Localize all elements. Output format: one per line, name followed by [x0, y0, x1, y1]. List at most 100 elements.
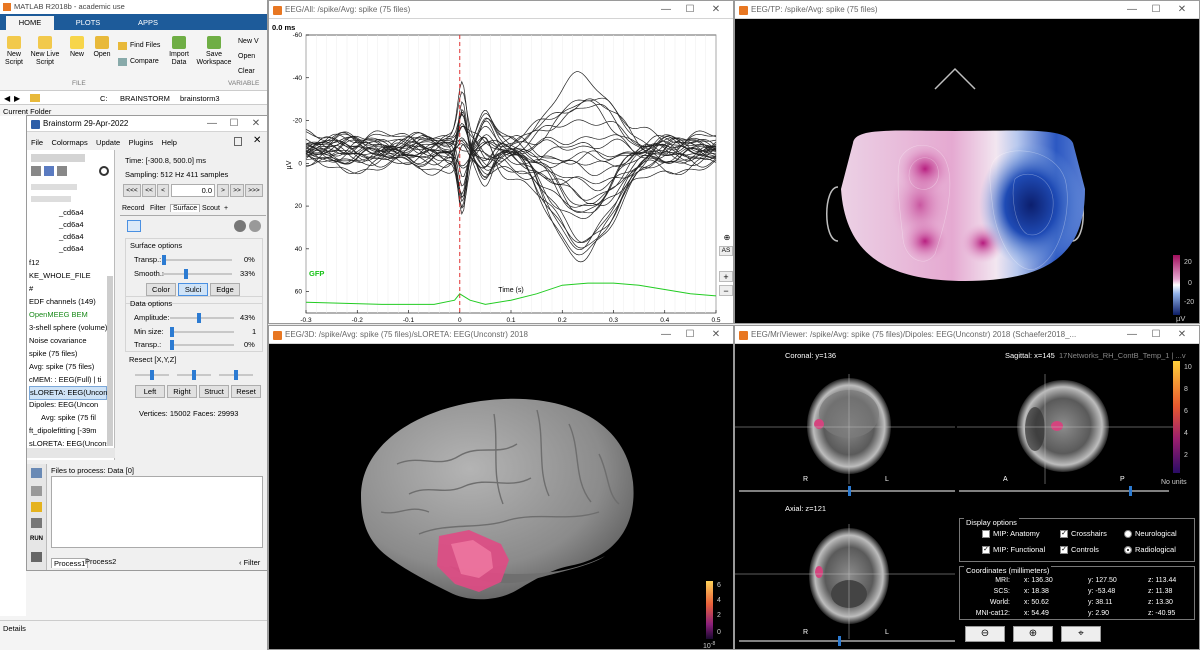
- tab-add[interactable]: +: [224, 205, 228, 212]
- menu-help[interactable]: Help: [162, 138, 177, 147]
- sagittal-slider-thumb[interactable]: [1129, 486, 1132, 496]
- path-drive[interactable]: C:: [100, 94, 108, 103]
- maximize-button[interactable]: ☐: [1145, 1, 1167, 19]
- tree-item[interactable]: Avg: spike (75 fil: [41, 412, 96, 424]
- path-brainstorm3[interactable]: brainstorm3: [180, 94, 220, 103]
- tree-item[interactable]: #: [29, 283, 33, 295]
- process-icon[interactable]: [31, 468, 42, 478]
- tab-process2[interactable]: Process2: [85, 557, 116, 566]
- resect-z-slider[interactable]: [219, 370, 253, 380]
- set-crosshair-button[interactable]: ⌖: [1061, 626, 1101, 642]
- path-bar[interactable]: ◀ ▶ C: BRAINSTORM brainstorm3: [0, 90, 267, 105]
- nav-next-fast-button[interactable]: >>: [230, 184, 244, 197]
- close-button[interactable]: ✕: [705, 1, 727, 19]
- remove-surface-icon[interactable]: [249, 220, 261, 232]
- amplitude-slider-thumb[interactable]: [197, 313, 201, 323]
- transp-slider-thumb[interactable]: [162, 255, 166, 265]
- radio-circle-selected[interactable]: [1124, 546, 1132, 555]
- tab-surface[interactable]: Surface: [170, 204, 201, 212]
- tree-item[interactable]: _cd6a4: [59, 219, 84, 231]
- tree-scrollbar[interactable]: [107, 276, 113, 446]
- smooth-slider[interactable]: [162, 269, 232, 279]
- autoscale-button[interactable]: AS: [719, 246, 733, 256]
- checkbox-box-checked[interactable]: ✓: [1060, 530, 1068, 539]
- zoom-icon[interactable]: ⊕: [721, 233, 733, 243]
- tab-scout[interactable]: Scout: [202, 205, 220, 212]
- nav-last-button[interactable]: >>>: [245, 184, 263, 197]
- maximize-button[interactable]: ☐: [679, 1, 701, 19]
- minimize-button[interactable]: —: [201, 116, 223, 132]
- nav-next-button[interactable]: >: [217, 184, 229, 197]
- minsize-slider[interactable]: [170, 327, 234, 337]
- tab-process1[interactable]: Process1: [51, 558, 89, 568]
- new-live-script-button[interactable]: New Live Script: [28, 36, 62, 67]
- close-button[interactable]: ✕: [705, 326, 727, 344]
- resect-struct-button[interactable]: Struct: [199, 385, 229, 398]
- minimize-button[interactable]: —: [655, 1, 677, 19]
- process-file-list[interactable]: [51, 476, 263, 548]
- find-files-button[interactable]: Find Files: [118, 42, 160, 50]
- process-icon[interactable]: [31, 518, 42, 528]
- zoom-in-button[interactable]: ⊕: [1013, 626, 1053, 642]
- maximize-button[interactable]: ☐: [223, 116, 245, 132]
- folder-tree-strip[interactable]: [0, 116, 26, 616]
- tree-item[interactable]: 3-shell sphere (volume): [29, 322, 107, 334]
- tab-plots[interactable]: PLOTS: [60, 16, 116, 30]
- zoom-in-button[interactable]: +: [719, 271, 733, 282]
- topography-map[interactable]: 20 0 -20 µV: [735, 19, 1200, 324]
- axial-slider-thumb[interactable]: [838, 636, 841, 646]
- tree-item[interactable]: Dipoles: EEG(Uncon: [29, 399, 98, 411]
- resect-x-slider[interactable]: [135, 370, 169, 380]
- run-button[interactable]: RUN: [30, 536, 43, 542]
- nav-prev-button[interactable]: <: [157, 184, 169, 197]
- forward-arrow-icon[interactable]: ▶: [14, 94, 20, 103]
- compare-button[interactable]: Compare: [118, 58, 159, 66]
- process-filter[interactable]: ‹ Filter: [239, 558, 260, 567]
- minimize-button[interactable]: —: [655, 326, 677, 344]
- mip-anatomy-checkbox[interactable]: MIP: Anatomy: [982, 529, 1040, 539]
- restore-panel-icon[interactable]: [234, 137, 242, 146]
- data-transp-slider[interactable]: [170, 340, 234, 350]
- edge-button[interactable]: Edge: [210, 283, 240, 296]
- smooth-slider-thumb[interactable]: [184, 269, 188, 279]
- checkbox-box-checked[interactable]: ✓: [1060, 546, 1068, 555]
- tree-item[interactable]: Noise covariance: [29, 335, 87, 347]
- process-icon[interactable]: [31, 502, 42, 512]
- controls-checkbox[interactable]: ✓ Controls: [1060, 545, 1099, 555]
- resect-z-thumb[interactable]: [234, 370, 238, 380]
- checkbox-box-checked[interactable]: ✓: [982, 546, 990, 555]
- nav-first-button[interactable]: <<<: [123, 184, 141, 197]
- cortex-3d-view[interactable]: 6 4 2 0 10-8: [269, 344, 734, 650]
- add-surface-icon[interactable]: [234, 220, 246, 232]
- undock-icon[interactable]: ✕: [253, 135, 261, 146]
- sulci-button[interactable]: Sulci: [178, 283, 208, 296]
- maximize-button[interactable]: ☐: [1145, 326, 1167, 344]
- resect-reset-button[interactable]: Reset: [231, 385, 261, 398]
- tree-item[interactable]: KE_WHOLE_FILE: [29, 270, 91, 282]
- minimize-button[interactable]: —: [1121, 1, 1143, 19]
- transp-slider[interactable]: [162, 255, 232, 265]
- tree-item[interactable]: cMEM: : EEG(Full) | ti: [29, 374, 101, 386]
- surface-icon[interactable]: [127, 220, 141, 232]
- tab-record[interactable]: Record: [122, 205, 145, 212]
- back-arrow-icon[interactable]: ◀: [4, 94, 10, 103]
- pipeline-icon[interactable]: [31, 552, 42, 562]
- tree-item[interactable]: _cd6a4: [59, 231, 84, 243]
- close-button[interactable]: ✕: [1171, 326, 1193, 344]
- minsize-slider-thumb[interactable]: [170, 327, 174, 337]
- eeg-timeseries-chart[interactable]: -0.3 -0.2 -0.1 0 0.1 0.2 0.3 0.4 0.5 -60 -40 -20 0 20…: [269, 19, 734, 324]
- new-script-button[interactable]: New Script: [2, 36, 26, 67]
- neurological-radio[interactable]: Neurological: [1124, 529, 1177, 539]
- tab-home[interactable]: HOME: [6, 16, 54, 30]
- close-button[interactable]: ✕: [245, 116, 267, 132]
- zoom-out-button[interactable]: −: [719, 285, 733, 296]
- data-transp-slider-thumb[interactable]: [170, 340, 174, 350]
- time-input[interactable]: 0.0: [171, 184, 215, 197]
- tab-filter[interactable]: Filter: [150, 205, 166, 212]
- tree-item[interactable]: _cd6a4: [59, 207, 84, 219]
- resect-x-thumb[interactable]: [150, 370, 154, 380]
- path-brainstorm[interactable]: BRAINSTORM: [120, 94, 170, 103]
- minimize-button[interactable]: —: [1121, 326, 1143, 344]
- resect-right-button[interactable]: Right: [167, 385, 197, 398]
- tree-horizontal-scrollbar[interactable]: [27, 448, 115, 458]
